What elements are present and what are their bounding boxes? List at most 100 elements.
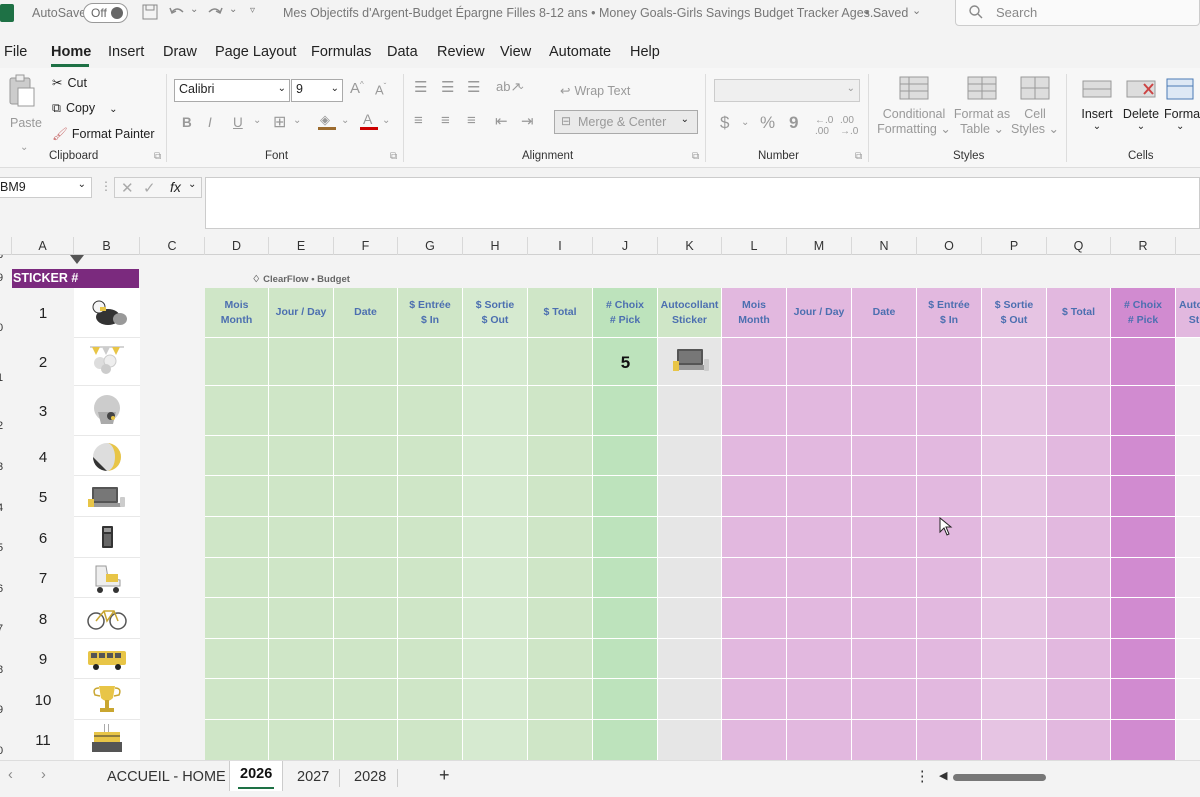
scroll-left-icon[interactable]: ◀	[939, 769, 947, 782]
paste-dropdown-icon[interactable]: ⌄	[20, 142, 28, 153]
col-header-k[interactable]: K	[658, 237, 722, 255]
align-center-icon[interactable]: ≡	[441, 112, 450, 129]
menu-review[interactable]: Review	[437, 44, 485, 60]
col-header-h[interactable]: H	[463, 237, 528, 255]
alignment-launcher-icon[interactable]: ⧉	[692, 151, 699, 162]
col-header-l[interactable]: L	[722, 237, 787, 255]
increase-font-icon[interactable]: A^	[350, 80, 364, 97]
borders-dropdown-icon[interactable]: ⌄	[293, 115, 301, 126]
copy-dropdown-icon[interactable]: ⌄	[109, 104, 117, 115]
cell-styles-button[interactable]: Cell Styles ⌄	[1011, 76, 1059, 146]
delete-cells-button[interactable]: Delete ⌄	[1120, 76, 1162, 146]
redo-dropdown-icon[interactable]: ⌄	[229, 4, 237, 15]
scroll-tabs-left-icon[interactable]: ‹	[8, 767, 13, 783]
redo-icon[interactable]	[206, 4, 224, 20]
font-color-icon[interactable]: A	[360, 111, 378, 130]
insert-cells-button[interactable]: Insert ⌄	[1076, 76, 1118, 146]
col-header-d[interactable]: D	[205, 237, 269, 255]
sheet-tab-2028[interactable]: 2028	[354, 769, 386, 785]
align-bottom-icon[interactable]: ☰	[467, 78, 480, 96]
orientation-dropdown-icon[interactable]: ⌄	[517, 81, 525, 92]
tab-options-icon[interactable]: ⋮	[915, 769, 930, 785]
undo-icon[interactable]	[168, 4, 186, 20]
col-header-o[interactable]: O	[917, 237, 982, 255]
worksheet-grid[interactable]: 8 9 0 1 2 3 4 5 6 7 8 9 0 STICKER # ♢ Cl…	[0, 255, 1200, 760]
row-header[interactable]: 0	[0, 745, 3, 757]
align-middle-icon[interactable]: ☰	[441, 78, 454, 96]
wrap-text-button[interactable]: ↩ Wrap Text	[560, 83, 630, 98]
row-header[interactable]: 2	[0, 420, 3, 432]
comma-button[interactable]: 9	[789, 113, 798, 133]
undo-dropdown-icon[interactable]: ⌄	[190, 4, 198, 15]
row-header[interactable]: 4	[0, 502, 3, 514]
number-launcher-icon[interactable]: ⧉	[855, 151, 862, 162]
menu-data[interactable]: Data	[387, 44, 418, 60]
autosave-toggle[interactable]: Off	[83, 3, 128, 23]
row-header[interactable]: 5	[0, 542, 3, 554]
menu-home[interactable]: Home	[51, 44, 91, 60]
row-header[interactable]: 1	[0, 372, 3, 384]
col-header-r[interactable]: R	[1111, 237, 1176, 255]
confirm-formula-icon[interactable]: ✓	[143, 179, 156, 197]
merge-dropdown-icon[interactable]: ⌄	[681, 114, 689, 125]
menu-formulas[interactable]: Formulas	[311, 44, 371, 60]
row-header[interactable]: 0	[0, 322, 3, 334]
decrease-indent-icon[interactable]: ⇤	[495, 112, 508, 130]
font-launcher-icon[interactable]: ⧉	[390, 151, 397, 162]
underline-button[interactable]: U	[233, 115, 243, 130]
menu-draw[interactable]: Draw	[163, 44, 197, 60]
conditional-formatting-button[interactable]: Conditional Formatting ⌄	[875, 76, 953, 146]
number-format-dropdown[interactable]: ⌄	[714, 79, 860, 102]
menu-file[interactable]: File	[4, 44, 27, 60]
format-painter-button[interactable]: 🖌 Format Painter	[52, 127, 155, 142]
align-right-icon[interactable]: ≡	[467, 112, 476, 129]
align-left-icon[interactable]: ≡	[414, 112, 423, 129]
col-header-p[interactable]: P	[982, 237, 1047, 255]
increase-decimal-icon[interactable]: ←.0.00	[815, 115, 833, 137]
row-header[interactable]: 9	[0, 704, 3, 716]
decrease-font-icon[interactable]: Aˇ	[375, 82, 386, 97]
currency-button[interactable]: $	[720, 113, 729, 133]
paste-button[interactable]: Paste	[6, 74, 42, 134]
borders-icon[interactable]: ⊞	[273, 112, 286, 132]
formula-bar-options-icon[interactable]: ⋮	[100, 179, 112, 193]
select-all-corner[interactable]	[0, 237, 12, 255]
menu-view[interactable]: View	[500, 44, 531, 60]
col-header-g[interactable]: G	[398, 237, 463, 255]
sheet-tab-2026[interactable]: 2026	[240, 766, 272, 782]
col-header-b[interactable]: B	[74, 237, 140, 255]
cancel-formula-icon[interactable]: ✕	[121, 179, 134, 197]
col-header-f[interactable]: F	[334, 237, 398, 255]
title-dropdown-icon[interactable]: ⌄	[912, 4, 921, 17]
fill-dropdown-icon[interactable]: ⌄	[341, 115, 349, 126]
sheet-tab-home[interactable]: ACCUEIL - HOME	[107, 769, 226, 785]
horizontal-scrollbar-thumb[interactable]	[953, 774, 1046, 781]
clipboard-launcher-icon[interactable]: ⧉	[154, 151, 161, 162]
col-header-e[interactable]: E	[269, 237, 334, 255]
save-icon[interactable]	[142, 4, 158, 20]
add-sheet-icon[interactable]: +	[439, 765, 450, 786]
decrease-decimal-icon[interactable]: .00 →.0	[840, 115, 858, 137]
underline-dropdown-icon[interactable]: ⌄	[253, 115, 261, 126]
menu-help[interactable]: Help	[630, 44, 660, 60]
name-box[interactable]: BM9 ⌄	[0, 177, 92, 198]
col-header-q[interactable]: Q	[1047, 237, 1111, 255]
customize-qat-icon[interactable]: ▿	[250, 5, 255, 16]
scroll-tabs-right-icon[interactable]: ›	[41, 767, 46, 783]
italic-button[interactable]: I	[208, 115, 212, 130]
col-header-m[interactable]: M	[787, 237, 852, 255]
col-header-n[interactable]: N	[852, 237, 917, 255]
row-header[interactable]: 8	[0, 664, 3, 676]
search-box[interactable]: Search	[955, 0, 1200, 26]
font-size-dropdown[interactable]: 9 ⌄	[291, 79, 343, 102]
menu-page-layout[interactable]: Page Layout	[215, 44, 296, 60]
percent-button[interactable]: %	[760, 113, 775, 133]
format-cells-button[interactable]: Forma ⌄	[1164, 76, 1200, 146]
bold-button[interactable]: B	[182, 115, 192, 130]
row-header[interactable]: 9	[0, 272, 3, 284]
cut-button[interactable]: ✂ Cut	[52, 75, 87, 90]
formula-input[interactable]	[205, 177, 1200, 229]
row-header[interactable]: 3	[0, 461, 3, 473]
fill-color-icon[interactable]: ◈	[318, 112, 336, 130]
insert-function-icon[interactable]: fx	[170, 179, 181, 195]
